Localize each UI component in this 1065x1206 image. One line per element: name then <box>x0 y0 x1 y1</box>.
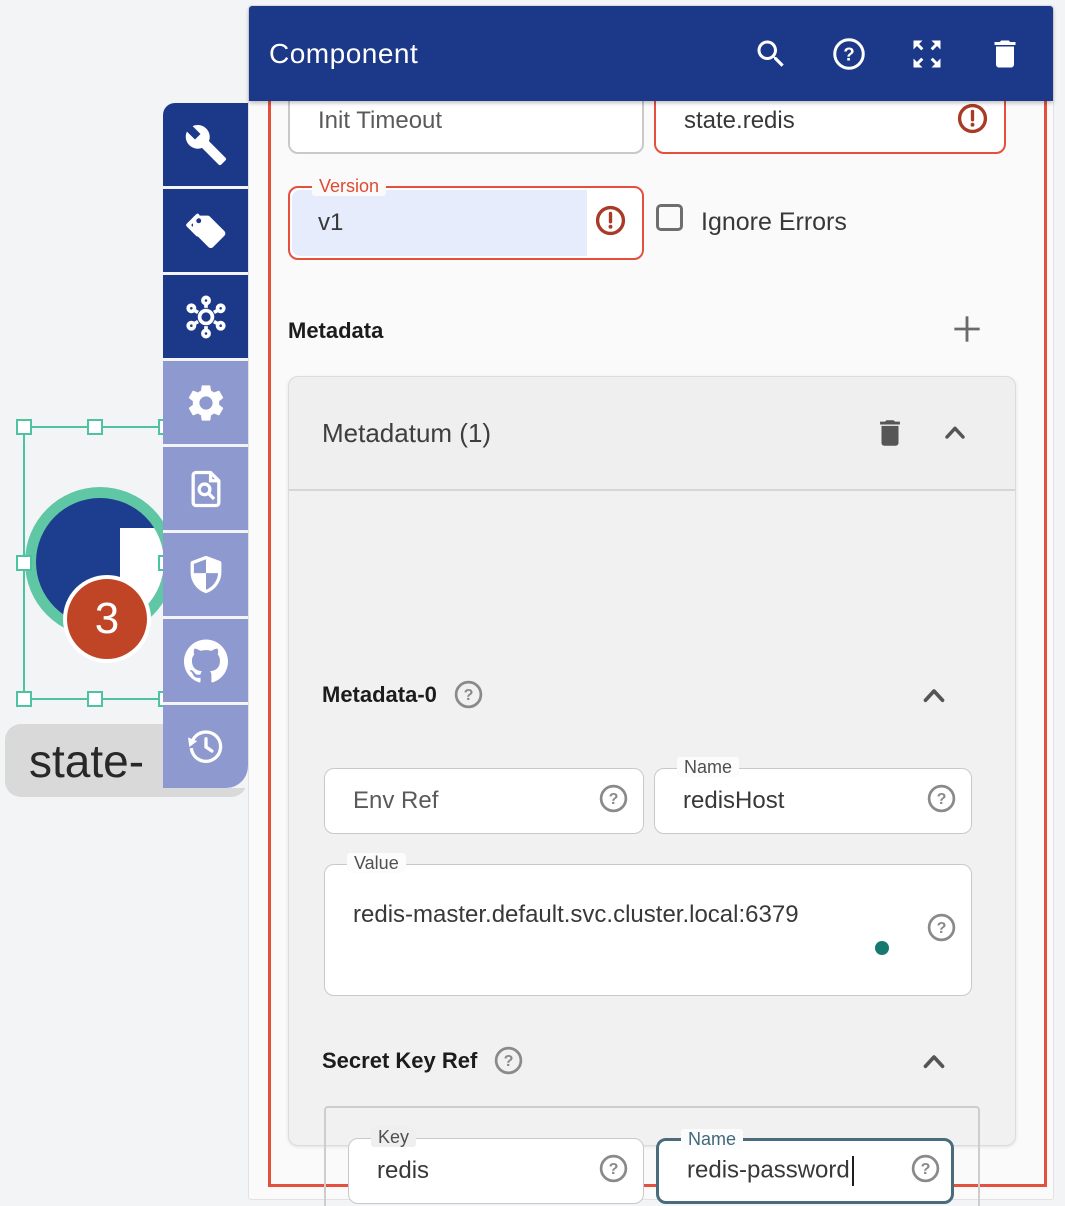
help-circle-icon[interactable]: ? <box>926 783 957 819</box>
search-icon[interactable] <box>753 36 789 72</box>
help-circle-icon[interactable]: ? <box>493 1045 524 1076</box>
svg-text:?: ? <box>937 919 947 937</box>
svg-text:?: ? <box>937 790 947 808</box>
toolbar-settings-button[interactable] <box>163 361 248 444</box>
metadata-value-field[interactable]: Value redis-master.default.svc.cluster.l… <box>324 864 972 996</box>
metadata-0-heading: Metadata-0 <box>322 682 437 708</box>
metadata-value-text: redis-master.default.svc.cluster.local:6… <box>353 901 799 929</box>
secret-key-label: Key <box>371 1127 416 1147</box>
plus-icon <box>948 310 986 348</box>
add-metadata-button[interactable] <box>947 309 987 349</box>
secret-key-field[interactable]: Key redis ? <box>348 1138 644 1204</box>
component-panel: Component ? Init Timeout state.redis <box>248 5 1054 1200</box>
toolbar-security-button[interactable] <box>163 533 248 616</box>
collapse-metadatum-icon[interactable] <box>939 417 971 449</box>
metadata-name-value: redisHost <box>683 787 784 815</box>
svg-text:?: ? <box>504 1052 514 1070</box>
toolbar-labels-button[interactable] <box>163 189 248 272</box>
collapse-secret-key-ref-icon[interactable] <box>917 1045 951 1079</box>
collapse-metadata-0-icon[interactable] <box>917 679 951 713</box>
help-circle-icon[interactable]: ? <box>453 679 484 710</box>
help-circle-icon[interactable]: ? <box>598 783 629 819</box>
tag-icon <box>184 209 228 253</box>
env-ref-field[interactable]: Env Ref ? <box>324 768 644 834</box>
svg-text:?: ? <box>463 686 473 704</box>
secret-key-value: redis <box>377 1157 429 1185</box>
gear-icon <box>184 381 228 425</box>
resize-handle-s[interactable] <box>87 691 103 707</box>
github-icon <box>184 639 228 683</box>
toolbar-github-button[interactable] <box>163 619 248 702</box>
resize-grip-dot[interactable] <box>875 941 889 955</box>
help-icon[interactable]: ? <box>831 36 867 72</box>
svg-text:?: ? <box>609 1160 619 1178</box>
metadatum-card-body: Metadata-0 ? Env Ref ? <box>289 491 1015 1145</box>
ignore-errors-label: Ignore Errors <box>701 208 847 237</box>
secret-key-ref-heading: Secret Key Ref <box>322 1048 477 1074</box>
svg-text:?: ? <box>609 790 619 808</box>
delete-component-icon[interactable] <box>987 36 1023 72</box>
ignore-errors-checkbox[interactable] <box>656 204 683 231</box>
version-label: Version <box>312 176 386 196</box>
history-icon <box>184 725 228 769</box>
toolbar-traits-button[interactable] <box>163 275 248 358</box>
secret-key-ref-heading-row: Secret Key Ref ? <box>322 1045 524 1076</box>
resize-handle-w[interactable] <box>16 555 32 571</box>
hub-icon <box>184 295 228 339</box>
metadatum-card-header[interactable]: Metadatum (1) <box>289 377 1015 491</box>
app-root: 3 state- <box>0 0 1065 1206</box>
resize-handle-n[interactable] <box>87 419 103 435</box>
secret-name-value: redis-password <box>687 1156 854 1186</box>
help-circle-icon[interactable]: ? <box>598 1153 629 1189</box>
toolbar-history-button[interactable] <box>163 705 248 788</box>
metadatum-card: Metadatum (1) Metadata-0 ? <box>288 376 1016 1146</box>
env-ref-placeholder: Env Ref <box>353 787 438 815</box>
shield-icon <box>184 553 228 597</box>
panel-header: Component ? <box>249 6 1053 101</box>
file-search-icon <box>184 467 228 511</box>
toolbar-build-button[interactable] <box>163 103 248 186</box>
delete-metadatum-icon[interactable] <box>873 416 907 450</box>
text-cursor <box>852 1156 854 1186</box>
secret-key-ref-group: Key redis ? Name redis-password <box>324 1106 980 1206</box>
wrench-icon <box>184 123 228 167</box>
resize-handle-nw[interactable] <box>16 419 32 435</box>
error-count-badge: 3 <box>63 575 151 663</box>
metadata-0-heading-row: Metadata-0 ? <box>322 679 484 710</box>
panel-title: Component <box>269 38 418 70</box>
help-circle-icon[interactable]: ? <box>910 1153 941 1189</box>
svg-text:?: ? <box>843 43 854 64</box>
metadata-name-field[interactable]: Name redisHost ? <box>654 768 972 834</box>
secret-name-field-focused[interactable]: Name redis-password ? <box>656 1138 954 1204</box>
metadata-name-label: Name <box>677 757 739 777</box>
init-timeout-label: Init Timeout <box>318 107 442 135</box>
help-circle-icon[interactable]: ? <box>926 912 957 948</box>
svg-text:?: ? <box>921 1160 931 1178</box>
node-toolbar <box>163 103 248 788</box>
resize-handle-sw[interactable] <box>16 691 32 707</box>
metadatum-card-title: Metadatum (1) <box>289 418 873 449</box>
version-value: v1 <box>318 209 343 237</box>
metadata-value-label: Value <box>347 853 406 873</box>
error-icon <box>595 205 626 241</box>
version-field[interactable]: Version v1 <box>288 186 644 260</box>
metadata-heading: Metadata <box>288 318 383 344</box>
secret-name-label: Name <box>681 1129 743 1149</box>
toolbar-inspect-button[interactable] <box>163 447 248 530</box>
fullscreen-icon[interactable] <box>909 36 945 72</box>
type-value: state.redis <box>684 107 795 135</box>
error-icon <box>957 103 988 139</box>
